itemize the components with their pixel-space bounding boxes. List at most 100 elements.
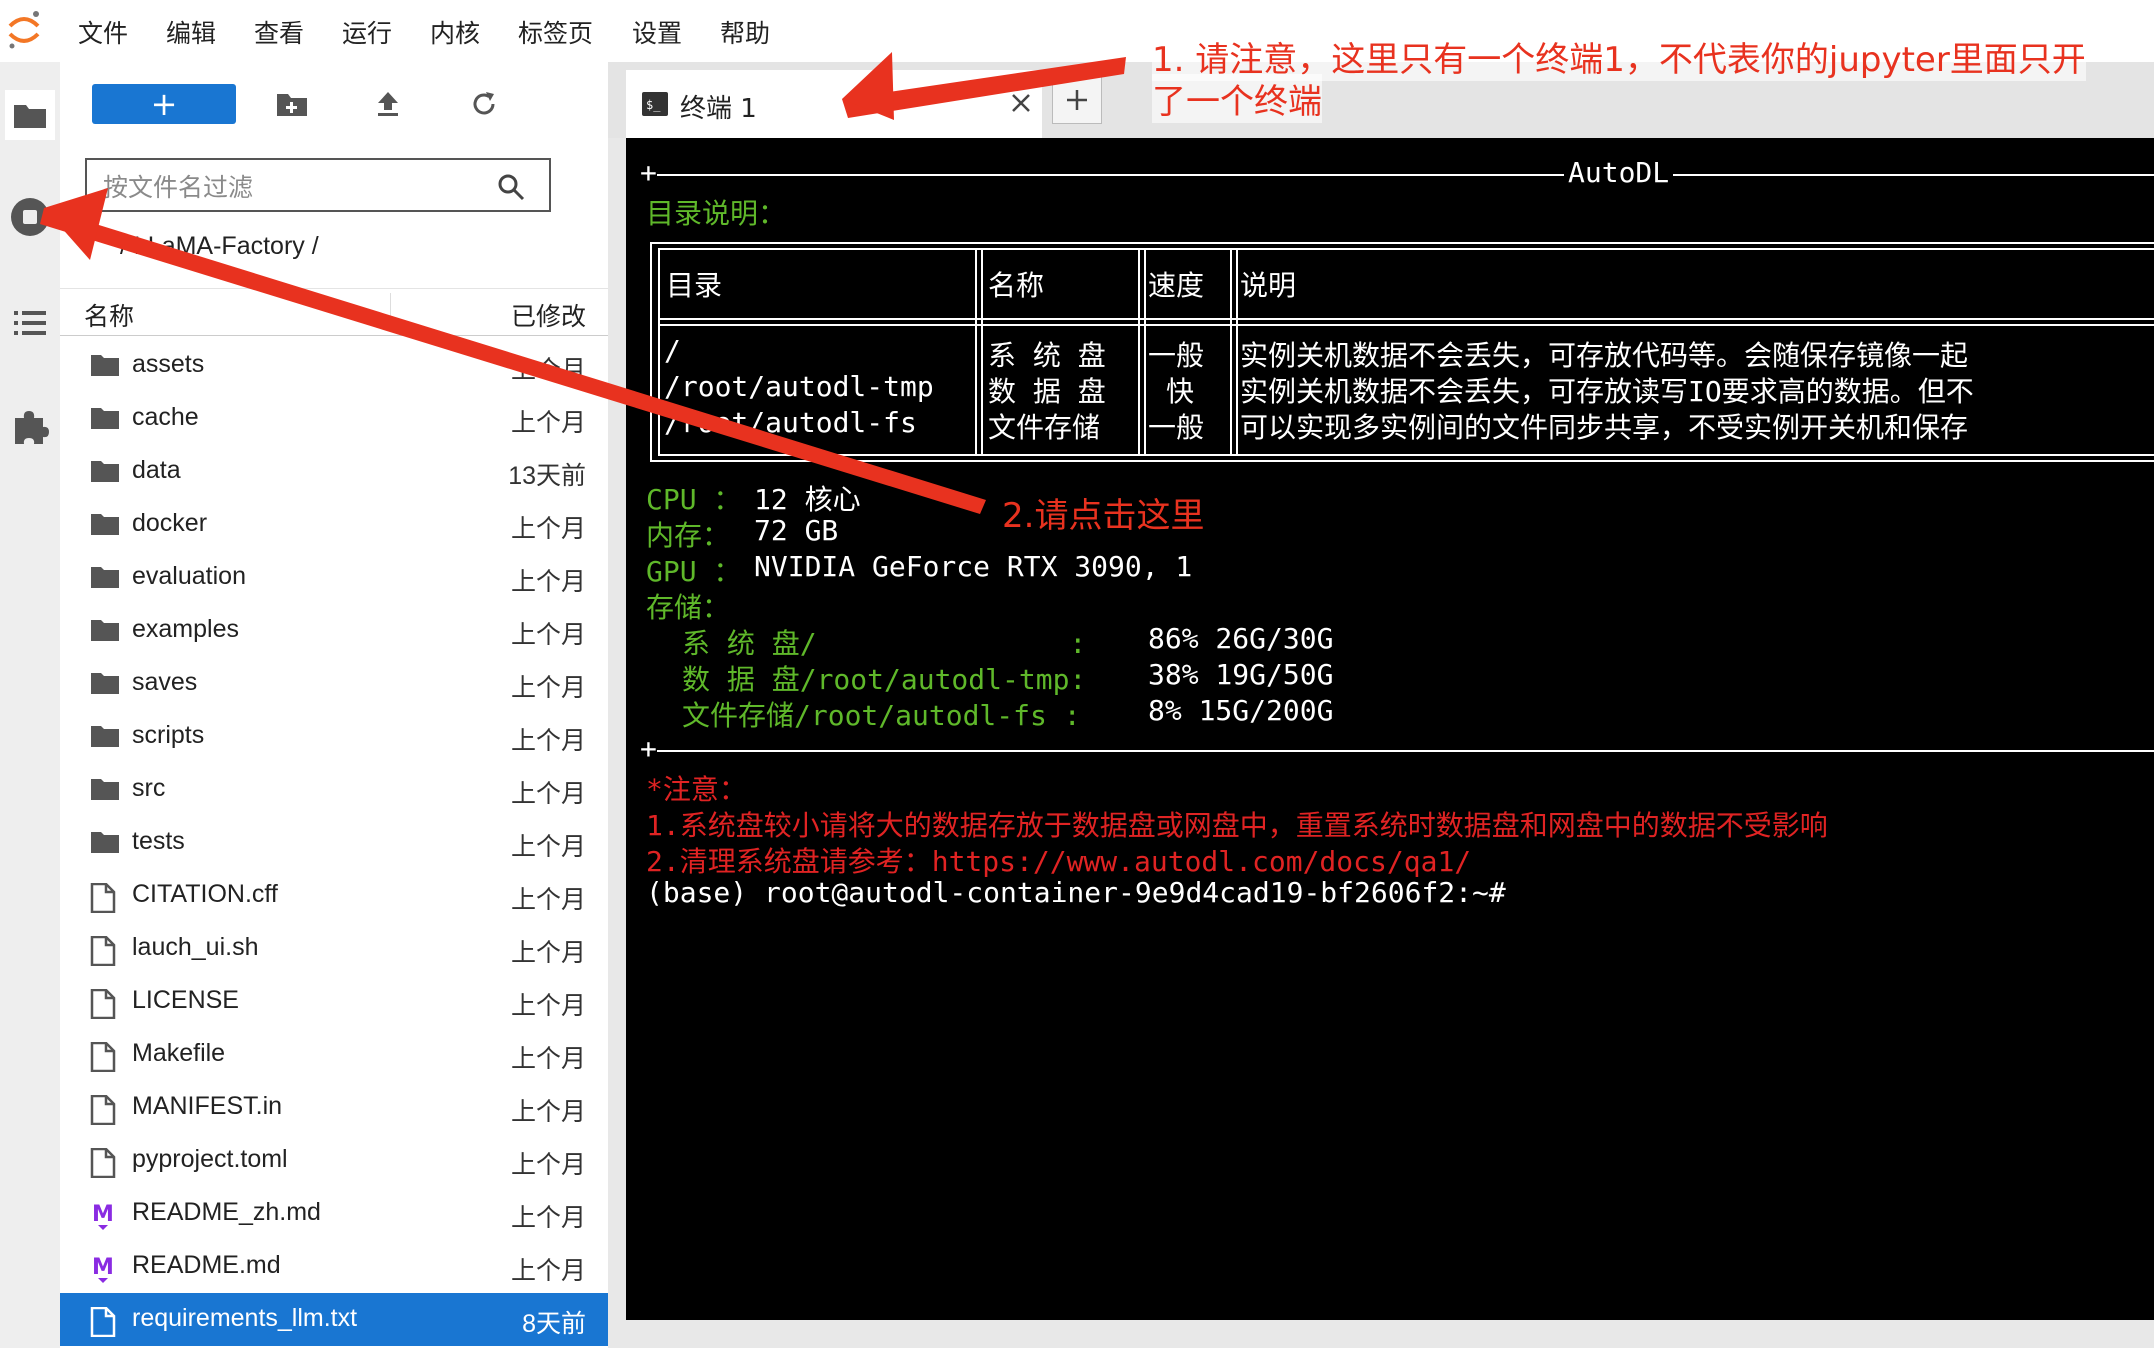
extensions-tab[interactable] (5, 402, 55, 452)
table-dir-1: / (664, 334, 681, 367)
file-name: lauch_ui.sh (132, 933, 259, 961)
storage-fs-label: 文件存储/root/autodl-fs : (682, 699, 1081, 732)
file-modified: 上个月 (510, 1204, 586, 1232)
storage-system-label: 系 统 盘/ : (682, 627, 1087, 660)
menu-tabs[interactable]: 标签页 (518, 14, 593, 50)
menu-file[interactable]: 文件 (78, 14, 128, 50)
cpu-value: 12 核心 (754, 483, 861, 516)
tab-terminal-1[interactable]: $_ 终端 1 (626, 70, 1042, 138)
close-tab-icon[interactable] (1010, 92, 1032, 114)
folder-icon (90, 671, 120, 697)
file-list-item[interactable]: evaluation 上个月 (60, 551, 608, 604)
file-modified: 13天前 (508, 462, 586, 490)
menu-view[interactable]: 查看 (254, 14, 304, 50)
table-name-1: 系 统 盘 (988, 339, 1106, 372)
file-list-item[interactable]: LICENSE 上个月 (60, 975, 608, 1028)
terminal-icon: $_ (642, 92, 668, 116)
storage-label: 存储： (646, 591, 731, 624)
new-tab-button[interactable] (1052, 76, 1102, 124)
file-modified: 上个月 (510, 356, 586, 384)
column-modified-header[interactable]: 已修改 (511, 297, 586, 333)
file-modified: 上个月 (510, 992, 586, 1020)
file-icon (90, 1094, 120, 1126)
file-list-item[interactable]: MANIFEST.in 上个月 (60, 1081, 608, 1134)
folder-icon (14, 105, 46, 128)
table-border-bottom (650, 460, 2154, 462)
annotation-note-2: 2.请点击这里 (1002, 496, 1205, 536)
mem-label: 内存： (646, 519, 731, 552)
table-border-top-inner (658, 248, 2154, 250)
table-header-rule-2 (658, 324, 2154, 326)
new-folder-button[interactable] (262, 82, 322, 126)
file-list-item[interactable]: requirements_llm.txt 8天前 (60, 1293, 608, 1346)
new-launcher-button[interactable]: + (92, 84, 236, 124)
storage-system-value: 86% 26G/30G (1148, 622, 1334, 655)
file-name: pyproject.toml (132, 1145, 288, 1173)
table-speed-2: 快 (1166, 375, 1195, 408)
file-icon (90, 1147, 120, 1179)
footer-plus: + (640, 732, 657, 765)
file-list-item[interactable]: lauch_ui.sh 上个月 (60, 922, 608, 975)
file-name: Makefile (132, 1039, 226, 1067)
running-sessions-tab[interactable] (5, 192, 55, 242)
filter-input[interactable] (101, 168, 485, 206)
table-desc-2: 实例关机数据不会丢失，可存放读写IO要求高的数据。但不 (1240, 375, 1974, 408)
file-modified: 上个月 (510, 1045, 586, 1073)
file-list-item[interactable]: Makefile 上个月 (60, 1028, 608, 1081)
file-list-item[interactable]: docker 上个月 (60, 498, 608, 551)
file-list-item[interactable]: src 上个月 (60, 763, 608, 816)
refresh-icon (473, 92, 495, 115)
cpu-label: CPU ： (646, 483, 742, 516)
file-list-item[interactable]: tests 上个月 (60, 816, 608, 869)
folder-icon (90, 565, 120, 591)
terminal-screen[interactable]: + AutoDL 目录说明： 目录 名称 速度 说明 / /root/autod… (626, 138, 2154, 1320)
menu-edit[interactable]: 编辑 (166, 14, 216, 50)
table-name-3: 文件存储 (988, 411, 1101, 444)
file-list-item[interactable]: data 13天前 (60, 445, 608, 498)
file-name: src (132, 774, 166, 802)
upload-button[interactable] (358, 82, 418, 126)
column-divider[interactable] (390, 293, 391, 331)
table-border-bottom-inner (658, 454, 2154, 456)
menu-settings[interactable]: 设置 (632, 14, 682, 50)
banner-rule (644, 174, 2154, 176)
notice-title: *注意： (646, 773, 747, 806)
table-desc-3: 可以实现多实例间的文件同步共享，不受实例开关机和保存 (1240, 411, 1969, 444)
menu-kernel[interactable]: 内核 (430, 14, 480, 50)
file-name: assets (132, 350, 205, 378)
list-icon (14, 311, 46, 335)
refresh-button[interactable] (454, 82, 514, 126)
breadcrumb[interactable]: / LLaMA-Factory / (120, 232, 319, 261)
plus-icon (1067, 90, 1087, 110)
jupyter-logo-icon (8, 11, 40, 49)
table-col-divider-3b (1236, 248, 1238, 456)
file-list-item[interactable]: M README_zh.md 上个月 (60, 1187, 608, 1240)
markdown-icon: M (90, 1254, 120, 1283)
file-modified: 上个月 (510, 727, 586, 755)
file-name: docker (132, 509, 208, 537)
file-modified: 上个月 (510, 1257, 586, 1285)
storage-data-label: 数 据 盘/root/autodl-tmp: (682, 663, 1087, 696)
file-list-item[interactable]: examples 上个月 (60, 604, 608, 657)
file-name: data (132, 456, 181, 484)
folder-icon (90, 353, 120, 379)
table-of-contents-tab[interactable] (5, 298, 55, 348)
file-list-item[interactable]: CITATION.cff 上个月 (60, 869, 608, 922)
file-list-item[interactable]: M README.md 上个月 (60, 1240, 608, 1293)
file-list-item[interactable]: saves 上个月 (60, 657, 608, 710)
menu-run[interactable]: 运行 (342, 14, 392, 50)
file-modified: 上个月 (510, 621, 586, 649)
markdown-icon: M (90, 1201, 120, 1230)
menu-help[interactable]: 帮助 (720, 14, 770, 50)
file-modified: 上个月 (510, 409, 586, 437)
svg-text:M: M (92, 1255, 114, 1280)
file-modified: 上个月 (510, 674, 586, 702)
file-name: LICENSE (132, 986, 239, 1014)
file-list-item[interactable]: assets 上个月 (60, 339, 608, 392)
file-browser-tab[interactable] (5, 90, 55, 140)
file-list-item[interactable]: pyproject.toml 上个月 (60, 1134, 608, 1187)
file-list-item[interactable]: scripts 上个月 (60, 710, 608, 763)
svg-text:M: M (92, 1202, 114, 1227)
file-list-item[interactable]: cache 上个月 (60, 392, 608, 445)
column-name-header[interactable]: 名称 (84, 297, 134, 333)
